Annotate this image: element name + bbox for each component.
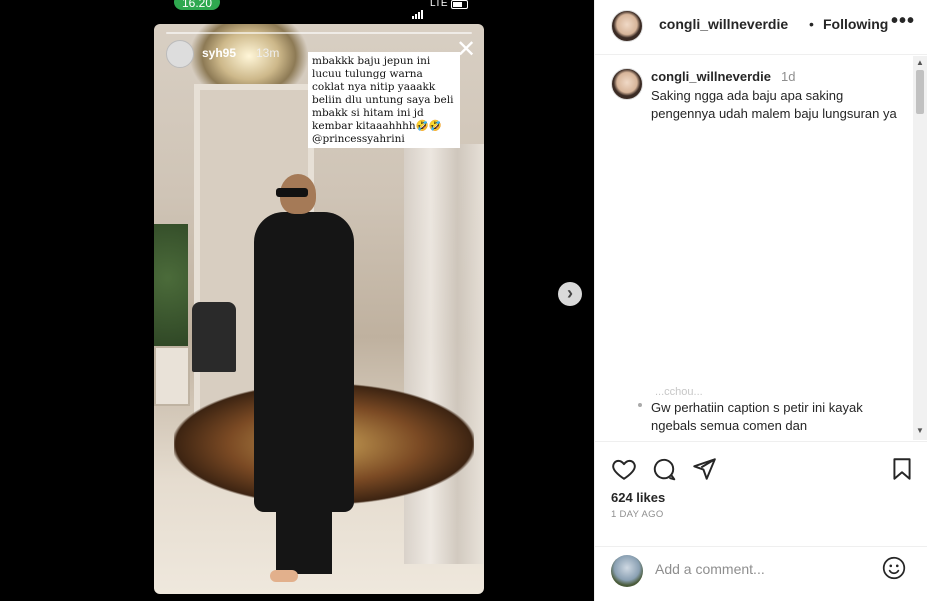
comment-icon[interactable] [651,456,677,482]
signal-icon [412,1,424,19]
caption-username[interactable]: congli_willneverdie [651,69,771,84]
comment-bullet [638,403,642,407]
comment-username: ...cchou... [655,386,703,398]
battery-icon [451,0,468,9]
instagram-post-modal: 16.20 LTE syh95 13m ✕ mbakkk baju jepun … [0,0,927,601]
more-icon[interactable]: ••• [891,10,915,33]
story-age: 13m [256,46,280,60]
author-username[interactable]: congli_willneverdie [659,16,788,32]
post-sidebar: congli_willneverdie • Following ••• cong… [594,0,927,601]
chevron-right-icon[interactable]: › [558,282,582,306]
chair-graphic [192,302,236,372]
following-button[interactable]: Following [823,16,888,32]
post-header: congli_willneverdie • Following ••• [595,0,927,55]
phone-status-bar: 16.20 LTE [172,0,472,19]
caption-age: 1d [781,69,796,84]
comment-input[interactable] [655,561,875,577]
network-label: LTE [430,0,448,9]
likes-count[interactable]: 624 likes [611,490,665,505]
story-caption: mbakkk baju jepun ini lucuu tulungg warn… [308,52,460,148]
status-time: 16.20 [174,0,220,10]
caption-avatar[interactable] [611,68,643,100]
add-comment-bar [595,546,927,592]
scrollbar-thumb[interactable] [916,70,924,114]
heart-icon[interactable] [611,456,637,482]
avatar[interactable] [611,10,643,42]
comments-scrollbar[interactable]: ▲ ▼ [913,56,927,440]
story-avatar[interactable] [166,40,194,68]
comments-list: congli_willneverdie 1d Saking ngga ada b… [595,56,927,440]
emoji-icon[interactable] [881,555,907,581]
person-graphic [246,174,366,594]
scroll-down-icon[interactable]: ▼ [916,426,924,435]
scroll-up-icon[interactable]: ▲ [916,58,924,67]
header-separator: • [809,16,814,32]
current-user-avatar [611,555,643,587]
story-image: syh95 13m ✕ mbakkk baju jepun ini lucuu … [154,24,484,594]
story-progress-bar [166,32,472,34]
send-icon[interactable] [691,456,717,482]
post-date: 1 DAY AGO [611,509,664,520]
story-username[interactable]: syh95 [202,46,236,60]
media-pane: 16.20 LTE syh95 13m ✕ mbakkk baju jepun … [0,0,594,601]
bookmark-icon[interactable] [889,456,915,482]
comment-text: Gw perhatiin caption s petir ini kayak n… [651,400,863,433]
caption-text: Saking ngga ada baju apa saking pengenny… [651,88,897,121]
